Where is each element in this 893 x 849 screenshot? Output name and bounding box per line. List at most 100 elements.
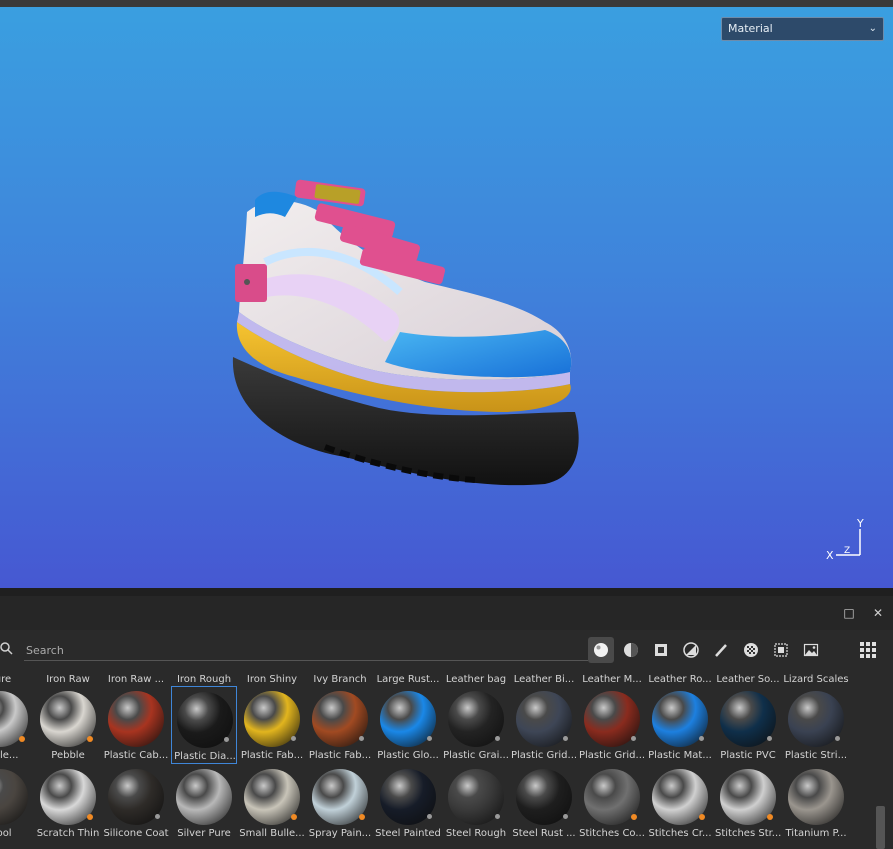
axis-gizmo: X Y Z xyxy=(826,517,864,562)
3d-viewport[interactable]: Material ⌄ X Y Z xyxy=(0,7,893,588)
smart-material-icon[interactable] xyxy=(618,637,644,663)
material-thumbnail[interactable]: Silicone Coat xyxy=(103,764,169,842)
variant-badge-icon xyxy=(427,814,432,819)
material-label: Pebble xyxy=(51,750,85,761)
material-thumbnail[interactable]: Plastic Grai... xyxy=(443,686,509,764)
material-thumbnail[interactable]: wool xyxy=(0,764,33,842)
material-thumbnail[interactable]: Spray Pain... xyxy=(307,764,373,842)
material-label: Stitches Co... xyxy=(579,828,645,839)
material-label: Titanium P... xyxy=(785,828,847,839)
variant-badge-icon xyxy=(563,814,568,819)
variant-badge-icon xyxy=(767,736,772,741)
variant-badge-icon xyxy=(291,736,296,741)
material-thumbnail[interactable]: Stitches Co... xyxy=(579,764,645,842)
material-preview-sphere xyxy=(176,769,232,825)
material-sphere-icon[interactable] xyxy=(588,637,614,663)
material-label: Steel Painted xyxy=(375,828,441,839)
shelf-panel: □ ✕ Search re Iron Raw Iron Raw ... Iron… xyxy=(0,588,893,849)
mask-icon[interactable] xyxy=(648,637,674,663)
material-label: Stitches Cr... xyxy=(648,828,712,839)
search-icon xyxy=(0,642,13,655)
panel-title-bar: □ ✕ xyxy=(0,596,893,630)
variant-badge-icon xyxy=(631,736,636,741)
smart-badge-icon xyxy=(631,814,637,820)
undock-icon[interactable]: □ xyxy=(842,606,856,620)
smart-badge-icon xyxy=(87,736,93,742)
material-label: Plastic Fab... xyxy=(308,750,372,761)
material-label: Scratch Thin xyxy=(36,828,100,839)
material-label: Stitches Str... xyxy=(715,828,781,839)
smart-badge-icon xyxy=(19,736,25,742)
search-row xyxy=(0,634,893,666)
material-preview-sphere xyxy=(0,769,28,825)
filter-icon[interactable] xyxy=(678,637,704,663)
material-label: Spray Pain... xyxy=(308,828,372,839)
panel-divider xyxy=(0,588,893,596)
material-label: Steel Rough xyxy=(445,828,507,839)
material-label: Plastic Cab... xyxy=(103,750,169,761)
smart-badge-icon xyxy=(699,814,705,820)
material-thumbnail[interactable]: Silver Pure xyxy=(171,764,237,842)
brush-icon[interactable] xyxy=(708,637,734,663)
smart-badge-icon xyxy=(291,814,297,820)
axis-x-label: X xyxy=(826,549,834,562)
material-label: Silver Pure xyxy=(177,828,231,839)
material-thumbnail[interactable]: Plastic Cab... xyxy=(103,686,169,764)
grid-view-icon[interactable] xyxy=(857,639,879,661)
material-grid: ...olle... Pebble Plastic Cab... Plastic Di… xyxy=(0,672,875,849)
variant-badge-icon xyxy=(155,814,160,819)
top-bar xyxy=(0,0,893,7)
material-thumbnail[interactable]: Steel Rust ... xyxy=(511,764,577,842)
shoe-3d-model[interactable] xyxy=(225,172,585,492)
material-label: Plastic Grid... xyxy=(579,750,645,761)
texture-icon[interactable] xyxy=(768,637,794,663)
material-label: Plastic Grai... xyxy=(443,750,509,761)
material-thumbnail[interactable]: Plastic Fab... xyxy=(239,686,305,764)
material-thumbnail[interactable]: Plastic Dia... xyxy=(171,686,237,764)
close-icon[interactable]: ✕ xyxy=(871,606,885,620)
variant-badge-icon xyxy=(699,736,704,741)
material-label: Plastic Dia... xyxy=(174,751,236,762)
variant-badge-icon xyxy=(835,736,840,741)
material-thumbnail[interactable]: Stitches Str... xyxy=(715,764,781,842)
material-thumbnail[interactable]: Titanium P... xyxy=(783,764,849,842)
material-thumbnail[interactable]: ...olle... xyxy=(0,686,33,764)
material-label: Plastic Stri... xyxy=(784,750,848,761)
smart-badge-icon xyxy=(359,814,365,820)
variant-badge-icon xyxy=(495,736,500,741)
material-thumbnail[interactable]: Plastic Stri... xyxy=(783,686,849,764)
material-preview-sphere xyxy=(788,769,844,825)
display-mode-select[interactable]: Material ⌄ xyxy=(721,17,884,41)
material-label: wool xyxy=(0,828,12,839)
material-thumbnail[interactable]: Plastic Fab... xyxy=(307,686,373,764)
material-thumbnail[interactable]: Pebble xyxy=(35,686,101,764)
material-label: Steel Rust ... xyxy=(512,828,576,839)
shelf-scrollbar[interactable] xyxy=(876,806,885,849)
variant-badge-icon xyxy=(224,737,229,742)
material-label: Silicone Coat xyxy=(103,828,169,839)
material-thumbnail[interactable]: Scratch Thin xyxy=(35,764,101,842)
material-thumbnail[interactable]: Small Bulle... xyxy=(239,764,305,842)
material-thumbnail[interactable]: Plastic Grid... xyxy=(579,686,645,764)
alpha-icon[interactable] xyxy=(738,637,764,663)
search-input[interactable] xyxy=(24,640,588,661)
smart-badge-icon xyxy=(767,814,773,820)
material-thumbnail[interactable]: Steel Rough xyxy=(443,764,509,842)
material-label: Plastic Grid... xyxy=(511,750,577,761)
material-label: Plastic Fab... xyxy=(240,750,304,761)
material-thumbnail[interactable]: Plastic PVC xyxy=(715,686,781,764)
axis-y-label: Y xyxy=(856,517,864,530)
material-thumbnail[interactable]: Plastic Mat... xyxy=(647,686,713,764)
material-label: Plastic Mat... xyxy=(648,750,712,761)
display-mode-value: Material xyxy=(728,22,773,35)
material-thumbnail[interactable]: Stitches Cr... xyxy=(647,764,713,842)
material-thumbnail[interactable]: Plastic Glo... xyxy=(375,686,441,764)
material-label: ...olle... xyxy=(0,750,19,761)
material-label: Plastic Glo... xyxy=(377,750,439,761)
material-label: Plastic PVC xyxy=(720,750,776,761)
smart-badge-icon xyxy=(87,814,93,820)
material-thumbnail[interactable]: Steel Painted xyxy=(375,764,441,842)
material-label: Small Bulle... xyxy=(239,828,305,839)
material-thumbnail[interactable]: Plastic Grid... xyxy=(511,686,577,764)
environment-icon[interactable] xyxy=(798,637,824,663)
